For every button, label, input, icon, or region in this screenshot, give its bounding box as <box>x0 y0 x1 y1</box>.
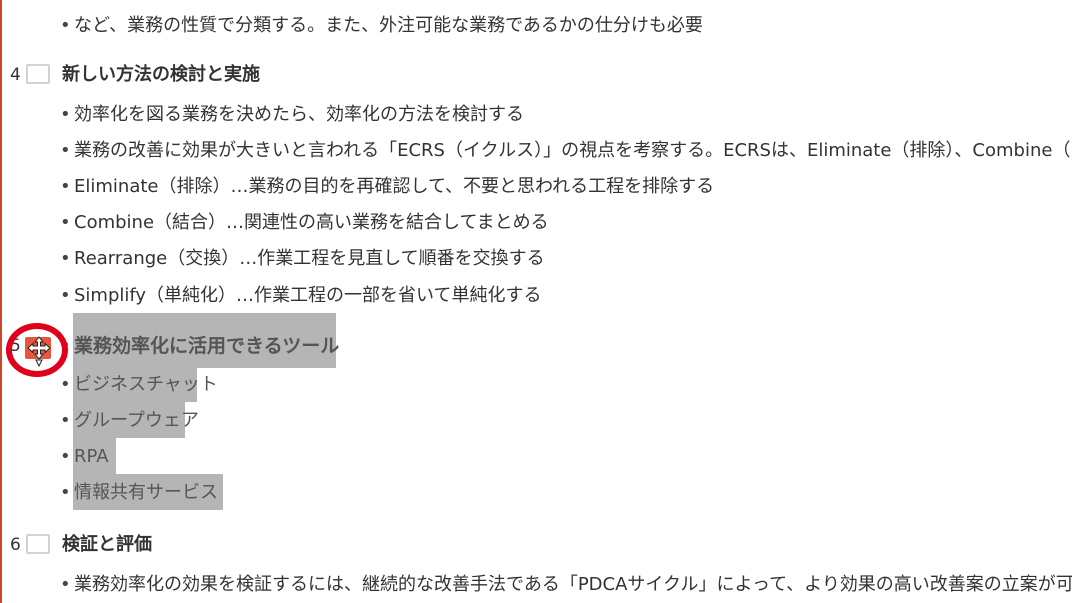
bullet-dot: • <box>60 140 71 161</box>
slide-title[interactable]: 業務効率化に活用できるツール <box>74 331 339 361</box>
slide-number: 4 <box>10 65 21 85</box>
bullet-text[interactable]: Rearrange（交換）…作業工程を見直して順番を交換する <box>74 244 545 274</box>
bullet-dot: • <box>60 374 71 395</box>
bullet-dot: • <box>60 574 71 595</box>
bullet-text[interactable]: グループウェア <box>74 406 199 436</box>
bullet-dot: • <box>60 285 71 306</box>
bullet-text[interactable]: ビジネスチャット <box>74 370 218 400</box>
bullet-dot: • <box>60 410 71 431</box>
bullet-dot: • <box>60 482 71 503</box>
bullet-text[interactable]: 情報共有サービス <box>74 478 218 508</box>
slide-thumbnail-icon[interactable] <box>26 534 50 554</box>
slide-title[interactable]: 検証と評価 <box>62 530 152 560</box>
bullet-text[interactable]: など、業務の性質で分類する。また、外注可能な業務であるかの仕分けも必要 <box>74 11 703 41</box>
slide-thumbnail-icon[interactable] <box>26 64 50 84</box>
bullet-text[interactable]: Combine（結合）…関連性の高い業務を結合してまとめる <box>74 208 549 238</box>
bullet-text[interactable]: Simplify（単純化）…作業工程の一部を省いて単純化する <box>74 281 542 311</box>
bullet-text[interactable]: Eliminate（排除）…業務の目的を再確認して、不要と思われる工程を排除する <box>74 172 714 202</box>
bullet-dot: • <box>60 212 71 233</box>
bullet-text[interactable]: 効率化を図る業務を決めたら、効率化の方法を検討する <box>74 100 524 130</box>
slide-pane-edge <box>0 0 2 603</box>
bullet-text[interactable]: 業務の改善に効果が大きいと言われる「ECRS（イクルス）」の視点を考察する。EC… <box>74 136 1070 166</box>
slide-number: 6 <box>10 535 21 555</box>
bullet-dot: • <box>60 446 71 467</box>
bullet-dot: • <box>60 104 71 125</box>
annotation-circle <box>6 323 68 377</box>
bullet-dot: • <box>60 248 71 269</box>
bullet-text[interactable]: 業務効率化の効果を検証するには、継続的な改善手法である「PDCAサイクル」によっ… <box>74 570 1072 600</box>
bullet-dot: • <box>60 176 71 197</box>
bullet-text[interactable]: RPA <box>74 442 109 472</box>
bullet-dot: • <box>60 15 71 36</box>
slide-title[interactable]: 新しい方法の検討と実施 <box>62 60 260 90</box>
